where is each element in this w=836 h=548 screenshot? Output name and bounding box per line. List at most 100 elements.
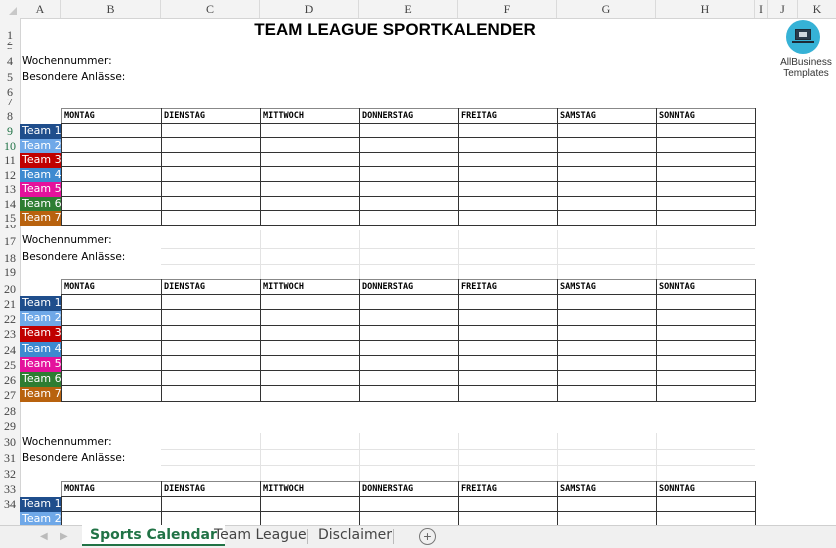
schedule-cell[interactable] (359, 496, 459, 513)
day-header-mittwoch[interactable]: MITTWOCH (260, 480, 360, 498)
row-header-20[interactable]: 20 (0, 279, 20, 296)
schedule-cell[interactable] (458, 210, 558, 226)
schedule-cell[interactable] (359, 122, 459, 139)
schedule-cell[interactable] (161, 137, 261, 153)
team-label-6[interactable]: Team 6 (20, 372, 62, 388)
row-header-17[interactable]: 17 (0, 231, 20, 248)
schedule-cell[interactable] (161, 339, 261, 356)
row-header-19[interactable]: 19 (0, 265, 20, 279)
schedule-cell[interactable] (656, 195, 756, 212)
week-number-label[interactable]: Wochennummer: (22, 436, 112, 448)
row-header-26[interactable]: 26 (0, 372, 20, 387)
schedule-cell[interactable] (260, 166, 360, 182)
day-header-sonntag[interactable]: SONNTAG (656, 278, 756, 296)
schedule-cell[interactable] (458, 496, 558, 513)
schedule-cell[interactable] (61, 166, 162, 182)
week-number-label[interactable]: Wochennummer: (22, 234, 112, 246)
team-label-5[interactable]: Team 5 (20, 356, 62, 372)
schedule-cell[interactable] (161, 166, 261, 182)
schedule-cell[interactable] (557, 324, 657, 341)
schedule-cell[interactable] (359, 137, 459, 153)
schedule-cell[interactable] (458, 166, 558, 182)
schedule-cell[interactable] (359, 354, 459, 372)
schedule-cell[interactable] (161, 151, 261, 168)
schedule-cell[interactable] (458, 180, 558, 197)
team-label-4[interactable]: Team 4 (20, 341, 62, 357)
day-header-samstag[interactable]: SAMSTAG (557, 108, 657, 124)
schedule-cell[interactable] (656, 180, 756, 197)
schedule-cell[interactable] (161, 309, 261, 326)
schedule-cell[interactable] (61, 151, 162, 168)
day-header-dienstag[interactable]: DIENSTAG (161, 278, 261, 296)
day-header-dienstag[interactable]: DIENSTAG (161, 480, 261, 498)
schedule-cell[interactable] (557, 370, 657, 387)
schedule-cell[interactable] (656, 210, 756, 226)
schedule-cell[interactable] (656, 370, 756, 387)
schedule-cell[interactable] (458, 339, 558, 356)
special-events-label[interactable]: Besondere Anlässe: (22, 251, 125, 263)
row-header-21[interactable]: 21 (0, 296, 20, 311)
select-all-corner[interactable] (0, 0, 20, 18)
schedule-cell[interactable] (260, 339, 360, 356)
schedule-cell[interactable] (260, 151, 360, 168)
prev-sheet-button[interactable]: ◀ (40, 531, 48, 542)
row-header-23[interactable]: 23 (0, 326, 20, 341)
schedule-cell[interactable] (656, 137, 756, 153)
row-header-9[interactable]: 9 (0, 123, 20, 138)
schedule-cell[interactable] (557, 195, 657, 212)
schedule-cell[interactable] (61, 324, 162, 341)
schedule-cell[interactable] (260, 210, 360, 226)
day-header-donnerstag[interactable]: DONNERSTAG (359, 480, 459, 498)
row-header-15[interactable]: 15 (0, 211, 20, 225)
schedule-cell[interactable] (260, 195, 360, 212)
column-header-c[interactable]: C (161, 0, 260, 18)
day-header-montag[interactable]: MONTAG (61, 480, 162, 498)
schedule-cell[interactable] (656, 496, 756, 513)
row-header-6[interactable]: 6 (0, 84, 20, 99)
schedule-cell[interactable] (557, 309, 657, 326)
schedule-cell[interactable] (61, 385, 162, 402)
column-header-k[interactable]: K (798, 0, 836, 18)
team-label-2[interactable]: Team 2 (20, 311, 62, 327)
schedule-cell[interactable] (557, 339, 657, 356)
day-header-freitag[interactable]: FREITAG (458, 480, 558, 498)
day-header-montag[interactable]: MONTAG (61, 108, 162, 124)
schedule-cell[interactable] (161, 496, 261, 513)
team-label-7[interactable]: Team 7 (20, 387, 62, 403)
schedule-cell[interactable] (557, 496, 657, 513)
schedule-cell[interactable] (61, 354, 162, 372)
schedule-cell[interactable] (557, 354, 657, 372)
day-header-samstag[interactable]: SAMSTAG (557, 278, 657, 296)
schedule-cell[interactable] (359, 180, 459, 197)
schedule-cell[interactable] (557, 137, 657, 153)
row-header-32[interactable]: 32 (0, 465, 20, 481)
schedule-cell[interactable] (161, 195, 261, 212)
column-header-g[interactable]: G (557, 0, 656, 18)
row-header-10[interactable]: 10 (0, 138, 20, 153)
schedule-cell[interactable] (61, 180, 162, 197)
schedule-cell[interactable] (458, 122, 558, 139)
schedule-cell[interactable] (458, 385, 558, 402)
schedule-cell[interactable] (161, 324, 261, 341)
day-header-donnerstag[interactable]: DONNERSTAG (359, 108, 459, 124)
team-label-1[interactable]: Team 1 (20, 497, 62, 512)
column-header-j[interactable]: J (768, 0, 798, 18)
schedule-cell[interactable] (557, 385, 657, 402)
team-label-4[interactable]: Team 4 (20, 167, 62, 182)
day-header-freitag[interactable]: FREITAG (458, 108, 558, 124)
schedule-cell[interactable] (61, 195, 162, 212)
schedule-cell[interactable] (656, 294, 756, 311)
schedule-cell[interactable] (557, 210, 657, 226)
schedule-cell[interactable] (161, 354, 261, 372)
schedule-cell[interactable] (458, 294, 558, 311)
special-events-label[interactable]: Besondere Anlässe: (22, 452, 125, 464)
add-sheet-button[interactable]: + (419, 528, 436, 545)
schedule-cell[interactable] (656, 324, 756, 341)
schedule-cell[interactable] (61, 309, 162, 326)
schedule-cell[interactable] (458, 151, 558, 168)
schedule-cell[interactable] (458, 324, 558, 341)
schedule-cell[interactable] (557, 180, 657, 197)
schedule-cell[interactable] (359, 195, 459, 212)
schedule-cell[interactable] (161, 122, 261, 139)
schedule-cell[interactable] (359, 385, 459, 402)
